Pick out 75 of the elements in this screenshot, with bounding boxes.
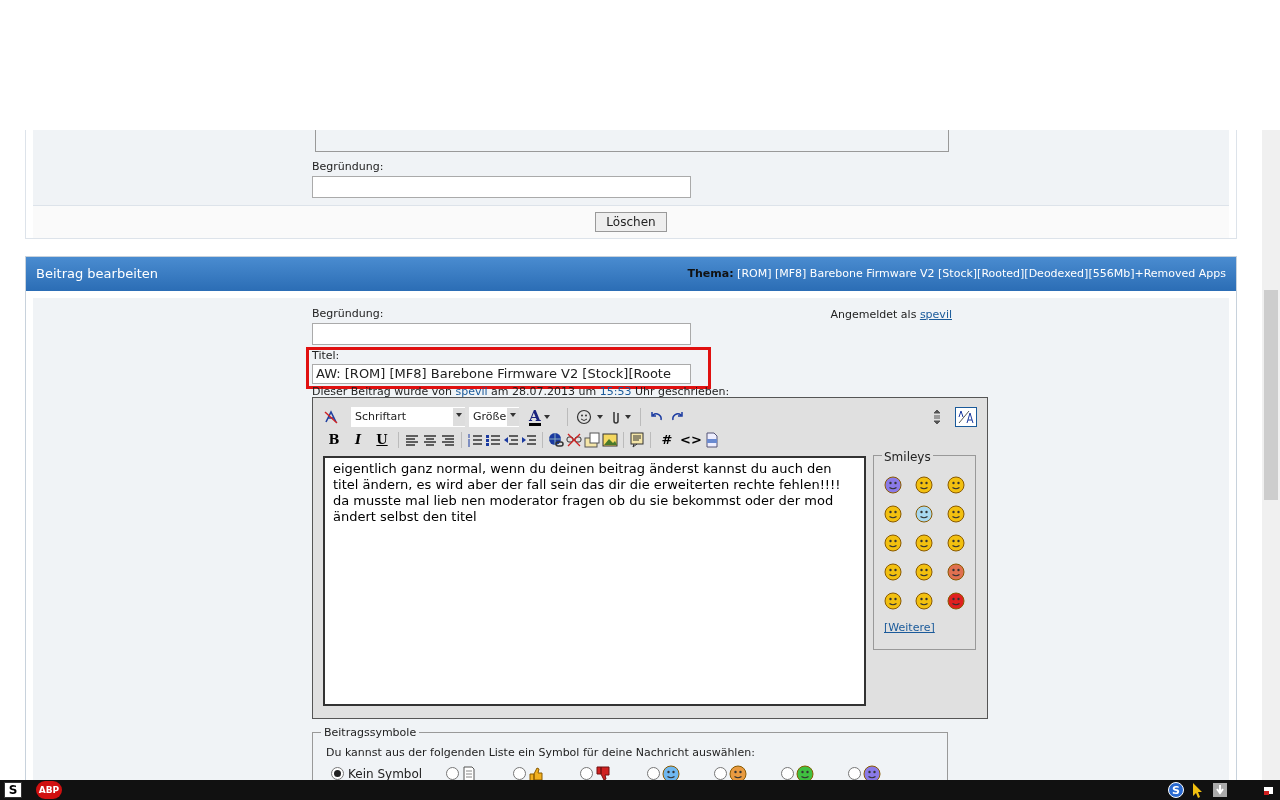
size-dropdown[interactable]: Größe [469,407,519,427]
radio-button[interactable] [446,767,459,780]
face-icon[interactable] [796,764,814,780]
align-left-icon[interactable] [404,432,420,448]
logged-in-label: Angemeldet als [830,308,917,321]
hash-button[interactable]: # [656,430,678,450]
smiley-icon[interactable] [946,592,965,610]
radio-button[interactable] [580,767,593,780]
smiley-icon[interactable] [915,476,934,494]
field-label: Begründung: [312,160,385,174]
radio-button[interactable] [647,767,660,780]
font-color-button[interactable]: A [529,407,559,427]
smiley-icon[interactable] [946,534,965,552]
reason-field[interactable] [312,323,691,345]
field-label: Titel: [312,350,341,361]
post-icons-hint: Du kannst aus der folgenden Liste ein Symbol für deine Nachricht auswählen: [326,745,756,761]
numbered-list-icon[interactable] [467,432,483,448]
topic-label: Thema: [687,266,734,280]
delete-button[interactable]: Löschen [595,212,667,232]
smiley-icon[interactable] [946,505,965,523]
radio-button[interactable] [331,767,344,780]
smiley-icon[interactable] [915,592,934,610]
adblock-button[interactable]: ABP [36,781,62,799]
code-button[interactable]: <> [680,430,702,450]
radio-button[interactable] [513,767,526,780]
option-label: Kein Symbol [348,765,423,780]
topic-link[interactable]: [ROM] [MF8] Barebone Firmware V2 [Stock][Rooted][Deodexed][556Mb]+Removed Apps [737,266,1226,280]
smiley-icon[interactable] [946,563,965,581]
user-link[interactable]: spevil [919,308,952,321]
field-label: Begründung: [312,307,385,321]
bold-button[interactable]: B [323,430,345,450]
smiley-icon[interactable] [884,592,902,610]
tray-button[interactable]: S [1168,782,1184,798]
start-button[interactable]: S [4,782,22,798]
align-center-icon[interactable] [422,432,438,448]
panel-title: Beitrag bearbeiten [36,265,159,284]
message-field[interactable]: eigentlich ganz normal, wenn du deinen beitrag änderst kannst du auch den titel ändern, es wird aber der fall sein das dir die erweiterten rechte fehlen!!!! da musste mal lieb nen moderator fragen ob du sie bekommst oder der mod ändert selbst den titel [323,456,866,706]
smiley-icon[interactable] [946,476,965,494]
align-right-icon[interactable] [440,432,456,448]
image-icon[interactable] [602,432,618,448]
underline-button[interactable]: U [371,430,393,450]
quote-icon[interactable] [629,432,645,448]
smileys-legend: Smileys [882,448,933,466]
bullet-list-icon[interactable] [485,432,501,448]
title-field[interactable]: AW: [ROM] [MF8] Barebone Firmware V2 [Stock][Roote [312,363,691,384]
smiley-icon[interactable] [884,505,902,523]
indent-icon[interactable] [521,432,537,448]
smiley-icon[interactable] [884,534,902,552]
php-file-icon[interactable] [704,432,720,448]
scrollbar[interactable] [1262,130,1280,780]
radio-button[interactable] [714,767,727,780]
thumbs-up-icon[interactable] [528,765,544,780]
smiley-icon[interactable] [884,476,902,494]
font-dropdown[interactable]: Schriftart [351,407,465,427]
italic-button[interactable]: I [347,430,369,450]
face-icon[interactable] [662,764,680,780]
radio-button[interactable] [848,767,861,780]
smiley-icon[interactable] [915,505,934,523]
radio-button[interactable] [781,767,794,780]
smiley-icon[interactable] [884,563,902,581]
user-link[interactable]: spevil [455,385,488,398]
reason-field[interactable] [312,176,691,198]
smiley-icon[interactable] [915,534,934,552]
face-icon[interactable] [729,764,747,780]
download-icon[interactable] [1212,782,1228,798]
post-note: Dieser Beitrag wurde von spevil am 28.07.2013 um 15:53 Uhr geschrieben: [312,386,731,398]
thumbs-down-icon[interactable] [595,765,611,780]
more-smileys-link[interactable]: [Weitere] [884,620,965,637]
smiley-icon[interactable] [576,409,592,425]
face-icon[interactable] [863,764,881,780]
outdent-icon[interactable] [503,432,519,448]
globe-link-icon[interactable] [548,432,564,448]
smiley-icon[interactable] [915,563,934,581]
time-link[interactable]: 15:53 [599,385,632,398]
unlink-icon[interactable] [566,432,582,448]
